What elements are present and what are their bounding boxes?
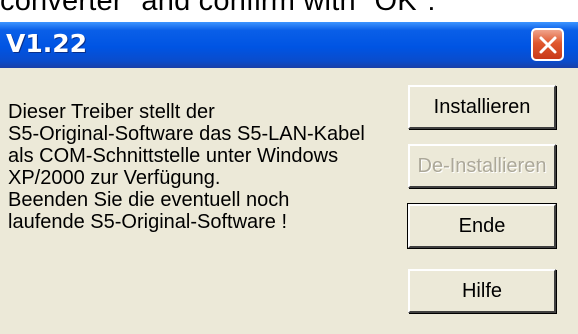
dialog-titlebar[interactable]: V1.22: [0, 22, 578, 68]
background-caption-text: converter" and confirm with "OK":: [0, 0, 436, 17]
message-line: laufende S5-Original-Software !: [8, 211, 288, 233]
message-line: Dieser Treiber stellt der: [8, 101, 215, 123]
background-caption: converter" and confirm with "OK":: [0, 0, 578, 24]
dialog-title: V1.22: [6, 29, 88, 58]
close-icon: [539, 36, 557, 54]
message-line: als COM-Schnittstelle unter Windows: [8, 145, 339, 167]
uninstall-button[interactable]: De-Installieren: [408, 144, 556, 188]
message-line: XP/2000 zur Verfügung.: [8, 167, 221, 189]
dialog-body: Dieser Treiber stellt der S5-Original-So…: [0, 68, 578, 334]
message-line: S5-Original-Software das S5-LAN-Kabel: [8, 123, 365, 145]
close-button[interactable]: [531, 28, 564, 61]
help-button[interactable]: Hilfe: [408, 269, 556, 313]
message-line: Beenden Sie die eventuell noch: [8, 189, 290, 211]
end-button[interactable]: Ende: [407, 203, 557, 249]
install-button[interactable]: Installieren: [408, 85, 556, 129]
message-text: Dieser Treiber stellt der S5-Original-So…: [8, 101, 365, 233]
